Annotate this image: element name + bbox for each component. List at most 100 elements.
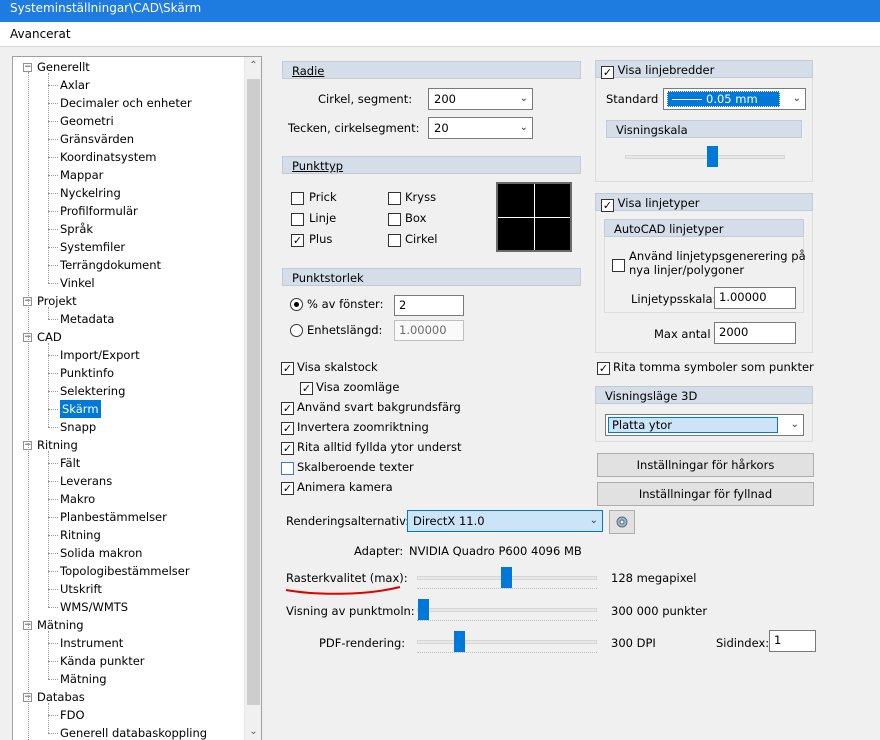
tree-item-label: Terrängdokument [60, 258, 162, 272]
sidindex-label: Sidindex: [716, 636, 770, 650]
tree-connector [48, 265, 58, 266]
linjetyper-checkbox[interactable]: ✓ [601, 199, 614, 212]
crosshair-settings-button[interactable]: Inställningar för hårkors [597, 453, 814, 477]
skalberoende-checkbox[interactable] [281, 462, 294, 475]
max-antal-input[interactable]: 2000 [714, 322, 796, 344]
tree-item-label: Punktinfo [60, 366, 115, 380]
cirkel-checkbox[interactable] [388, 234, 401, 247]
tree-connector [48, 355, 58, 356]
view3d-select[interactable]: Platta ytor ⌄ [605, 414, 804, 436]
settings-tree[interactable]: − Generellt Axlar Decimaler och enheter Geom… [12, 56, 262, 740]
tree-item-label: Axlar [60, 78, 90, 92]
tree-connector [48, 607, 58, 608]
tree-connector [48, 175, 58, 176]
tree-connector [48, 553, 58, 554]
tree-item-label: Snapp [60, 420, 97, 434]
linetype-generation-checkbox[interactable] [612, 259, 625, 272]
tree-item-label: Metadata [60, 312, 115, 326]
tree-item-label: Språk [60, 222, 94, 236]
tree-connector [48, 307, 49, 319]
tree-connector [48, 427, 58, 428]
fyllda-ytor-checkbox[interactable]: ✓ [281, 442, 294, 455]
tree-item-label: Decimaler och enheter [60, 96, 192, 110]
scroll-up-icon[interactable]: ⌃ [245, 57, 261, 74]
visningskala-slider-track[interactable] [625, 155, 785, 159]
standard-lineweight-select[interactable]: 0.05 mm ⌄ [663, 88, 806, 110]
tree-item-label: Generell databaskoppling [60, 726, 208, 740]
pct-window-radio[interactable] [290, 298, 303, 311]
tree-connector [28, 72, 29, 740]
collapse-icon[interactable]: − [23, 63, 32, 72]
tree-connector [48, 157, 58, 158]
svart-bakgrund-checkbox[interactable]: ✓ [281, 402, 294, 415]
tree-item-label: Vinkel [60, 276, 95, 290]
visa-skalstock-checkbox[interactable]: ✓ [281, 362, 294, 375]
punktmoln-label: Visning av punktmoln: [286, 604, 415, 618]
linjebredder-header: ✓ Visa linjebredder [595, 60, 813, 79]
linetype-generation-label: Använd linjetypsgenerering på nya linjer… [629, 249, 806, 277]
tree-connector [48, 283, 58, 284]
visa-zoomlage-label: Visa zoomläge [316, 380, 400, 394]
pdf-label: PDF-rendering: [319, 636, 406, 650]
rendering-settings-button[interactable] [609, 510, 635, 534]
linetype-scale-input[interactable]: 1.00000 [714, 287, 796, 309]
rendering-select[interactable]: DirectX 11.0 ⌄ [407, 510, 603, 532]
visningskala-header: Visningskala [606, 120, 802, 138]
prick-checkbox[interactable] [291, 192, 304, 205]
scroll-down-icon[interactable]: ⌄ [245, 723, 261, 740]
empty-symbols-checkbox[interactable]: ✓ [597, 362, 610, 375]
char-segment-label: Tecken, cirkelsegment: [288, 121, 420, 135]
visningskala-slider-thumb[interactable] [707, 146, 718, 167]
adapter-label: Adapter: [354, 544, 404, 558]
tree-connector [48, 679, 58, 680]
autocad-linetypes-header: AutoCAD linjetyper [604, 219, 804, 237]
tree-connector [48, 661, 58, 662]
animera-kamera-checkbox[interactable]: ✓ [281, 482, 294, 495]
max-antal-label: Max antal [654, 327, 711, 341]
plus-checkbox[interactable]: ✓ [291, 234, 304, 247]
pct-window-input[interactable]: 2 [394, 295, 464, 316]
scroll-thumb[interactable] [247, 79, 260, 705]
point-type-preview [496, 182, 572, 252]
tree-connector [48, 715, 58, 716]
tree-connector [48, 247, 58, 248]
kryss-checkbox[interactable] [388, 192, 401, 205]
tree-item-label: Ritning [37, 438, 78, 452]
pct-window-label: % av fönster: [307, 297, 384, 311]
unit-length-input[interactable]: 1.00000 [394, 320, 464, 341]
menu-item-avancerat[interactable]: Avancerat [10, 27, 71, 41]
pdf-slider-thumb[interactable] [454, 631, 465, 652]
tree-item-label: Nyckelring [60, 186, 121, 200]
visa-zoomlage-checkbox[interactable]: ✓ [300, 382, 313, 395]
punktstorlek-header: Punktstorlek [282, 268, 581, 286]
tree-connector [48, 139, 58, 140]
tree-connector [48, 643, 58, 644]
pdf-slider-track[interactable] [417, 640, 597, 644]
pdf-value: 300 DPI [611, 636, 656, 650]
char-segment-select[interactable]: 20 ⌄ [428, 117, 533, 139]
linje-checkbox[interactable] [291, 213, 304, 226]
raster-slider-thumb[interactable] [501, 567, 512, 588]
circle-segment-select[interactable]: 200 ⌄ [428, 88, 533, 110]
radie-header: Radie [282, 61, 581, 79]
unit-length-label: Enhetslängd: [307, 323, 383, 337]
linjetyper-header: ✓ Visa linjetyper [595, 193, 813, 212]
sidindex-input[interactable]: 1 [769, 630, 816, 652]
unit-length-radio[interactable] [290, 324, 303, 337]
tree-connector [48, 481, 58, 482]
tree-item-label: Projekt [37, 294, 77, 308]
rendering-label: Renderingsalternativ: [286, 514, 410, 528]
tree-connector [48, 517, 58, 518]
invertera-zoom-checkbox[interactable]: ✓ [281, 422, 294, 435]
tree-connector [48, 319, 58, 320]
box-checkbox[interactable] [388, 213, 401, 226]
tree-connector [48, 121, 58, 122]
punktmoln-slider-thumb[interactable] [418, 599, 429, 620]
tree-item-label: Skärm [60, 400, 101, 418]
tree-scrollbar[interactable]: ⌃ ⌄ [244, 57, 261, 740]
fill-settings-button[interactable]: Inställningar för fyllnad [597, 482, 814, 506]
tree-item-label: Mätning [37, 618, 84, 632]
tree-item-label: Import/Export [60, 348, 140, 362]
linjebredder-checkbox[interactable]: ✓ [601, 66, 614, 79]
punktmoln-slider-track[interactable] [417, 608, 597, 612]
